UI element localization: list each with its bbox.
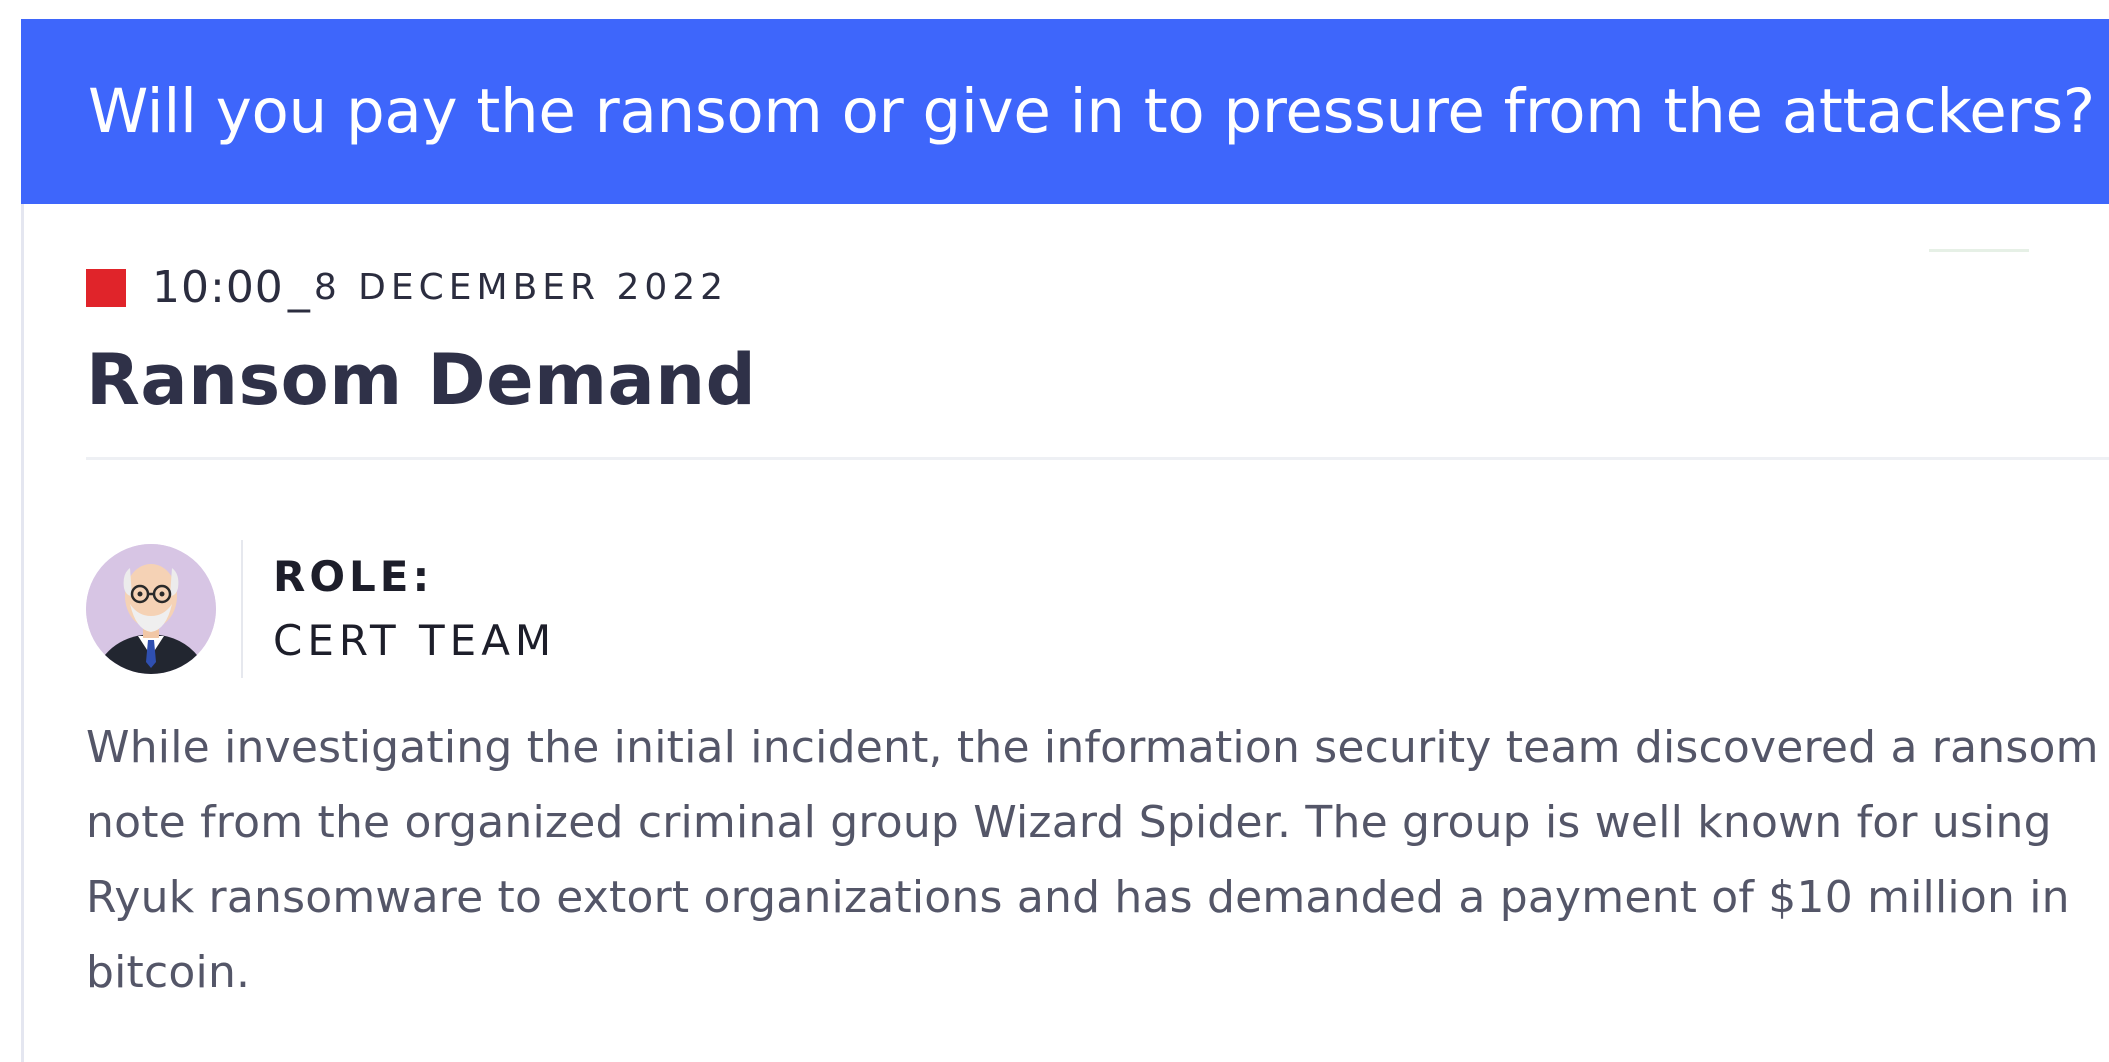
page: Will you pay the ransom or give in to pr… <box>0 0 2109 1062</box>
timestamp: 10:00 _ 8 DECEMBER 2022 <box>86 262 728 313</box>
scenario-card: 10:00 _ 8 DECEMBER 2022 Ransom Demand RO… <box>21 204 2109 1062</box>
role-block: ROLE: CERT TEAM <box>86 540 556 678</box>
timestamp-time: 10:00 <box>152 262 284 313</box>
card-title: Ransom Demand <box>86 339 757 421</box>
role-text: ROLE: CERT TEAM <box>273 545 556 673</box>
role-label: ROLE: <box>273 552 434 601</box>
question-banner: Will you pay the ransom or give in to pr… <box>21 19 2109 204</box>
status-square-icon <box>86 268 126 307</box>
role-divider <box>241 540 243 678</box>
scenario-description: While investigating the initial incident… <box>86 722 2099 998</box>
role-value: CERT TEAM <box>273 616 557 665</box>
elderly-man-avatar-icon <box>86 544 216 674</box>
timestamp-separator: _ <box>287 262 310 313</box>
question-text: Will you pay the ransom or give in to pr… <box>88 76 2095 147</box>
card-corner-decoration <box>1929 249 2029 252</box>
timestamp-date: 8 DECEMBER 2022 <box>313 267 729 308</box>
title-divider <box>86 457 2109 460</box>
avatar-illustration <box>86 544 216 674</box>
